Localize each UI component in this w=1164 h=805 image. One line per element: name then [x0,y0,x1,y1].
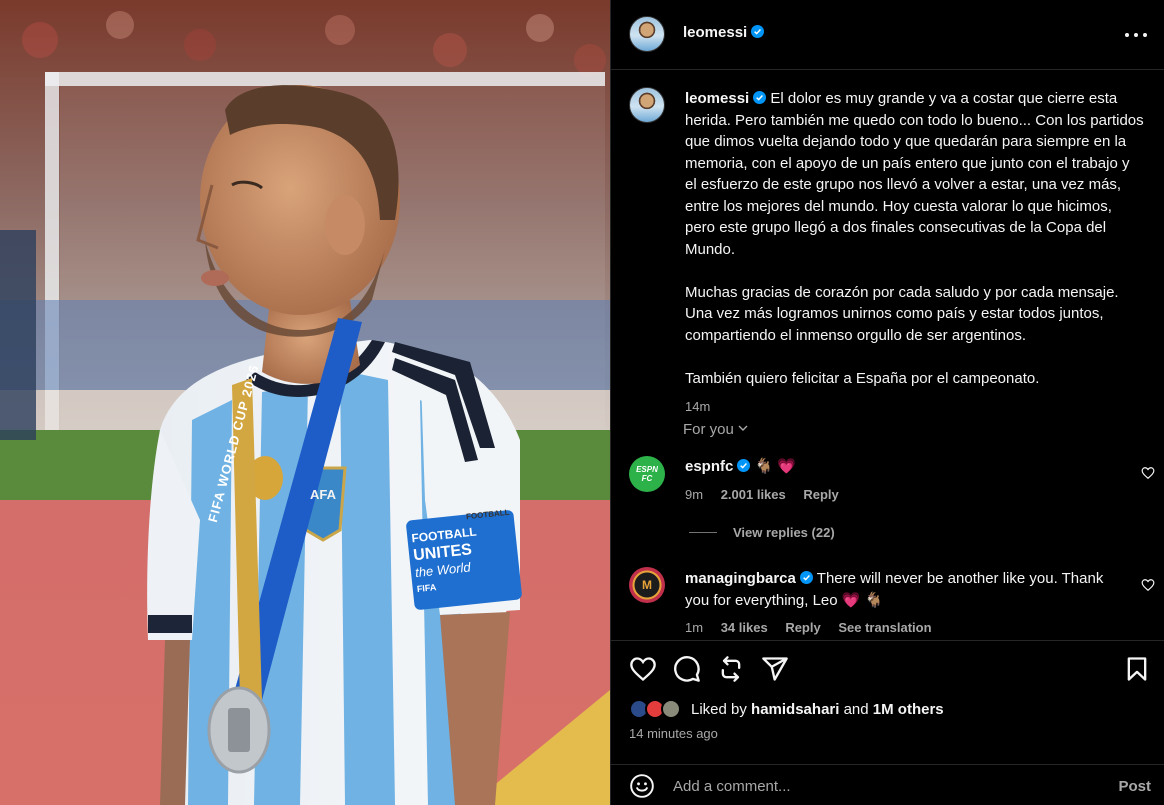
comment-text: managingbarca There will never be anothe… [685,568,1130,611]
like-comment-heart-icon[interactable] [1141,466,1155,480]
author-username[interactable]: leomessi [683,24,747,41]
caption-paragraph-2: Muchas gracias de corazón por cada salud… [685,283,1119,344]
comment-meta: 9m 2.001 likes Reply [685,487,853,502]
comment-username[interactable]: espnfc [685,458,733,475]
comment-body: 🐐 💗 [754,458,797,475]
instagram-post: FIFA WORLD CUP 2026 FOOTBALL UNITES the … [0,0,1164,805]
post-actions-bar [611,640,1164,694]
comment-time[interactable]: 1m [685,620,703,635]
caption-text-1: El dolor es muy grande y va a costar que… [685,90,1144,258]
liked-by-conj: and [843,700,869,718]
like-comment-heart-icon[interactable] [1141,578,1155,592]
see-translation-button[interactable]: See translation [838,620,931,635]
comment-managingbarca: M managingbarca There will never be anot… [611,565,1164,645]
like-heart-icon[interactable] [629,655,657,683]
repost-icon[interactable] [717,655,745,683]
verified-badge-icon [737,459,751,472]
crest-text: AFA [310,487,336,502]
verified-badge-icon [799,571,813,584]
share-paper-plane-icon[interactable] [761,655,789,683]
add-comment-bar: Post [611,764,1164,805]
espnfc-avatar[interactable]: ESPN FC [629,456,665,492]
post-caption: leomessi El dolor es muy grande y va a c… [685,88,1145,418]
managingbarca-avatar[interactable]: M [629,567,665,603]
comment-text: espnfc 🐐 💗 [685,456,1130,478]
post-comment-button[interactable]: Post [1118,778,1151,795]
post-header: leomessi [611,0,1164,70]
author-username-wrap[interactable]: leomessi [683,24,765,41]
view-replies-button[interactable]: View replies (22) [689,525,835,540]
liker-avatar [661,699,681,719]
liker-avatars [629,697,687,721]
verified-badge-icon [751,25,765,38]
caption-paragraph-3: También quiero felicitar a España por el… [685,369,1040,387]
reply-button[interactable]: Reply [803,487,838,502]
emoji-icon[interactable] [629,773,655,799]
replies-divider [689,532,717,533]
caption-paragraph-1: leomessi El dolor es muy grande y va a c… [685,88,1145,260]
espnfc-avatar-text: ESPN FC [636,465,658,483]
for-you-label: For you [683,421,734,438]
comment-likes[interactable]: 2.001 likes [721,487,786,502]
photo-illustration [0,0,610,805]
verified-badge-icon [753,91,767,104]
comment-espnfc: ESPN FC espnfc 🐐 💗 9m 2.001 likes Reply [611,452,1164,522]
liked-by-prefix: Liked by [691,700,747,718]
post-photo[interactable]: FIFA WORLD CUP 2026 FOOTBALL UNITES the … [0,0,610,805]
caption-timestamp[interactable]: 14m [685,396,1145,418]
liked-by-others[interactable]: 1M others [873,701,944,718]
more-options-button[interactable] [1125,24,1149,46]
managingbarca-avatar-text: M [642,578,652,592]
comment-bubble-icon[interactable] [673,655,701,683]
comment-time[interactable]: 9m [685,487,703,502]
save-bookmark-icon[interactable] [1123,655,1151,683]
likes-summary[interactable]: Liked by hamidsahari and 1M others [629,697,944,721]
for-you-dropdown[interactable]: For you [683,421,748,438]
comment-input[interactable] [673,773,1093,799]
reply-button[interactable]: Reply [785,620,820,635]
post-side-panel: leomessi leomessi El dolor es muy grande… [610,0,1164,805]
comment-username[interactable]: managingbarca [685,570,796,587]
caption-author-username[interactable]: leomessi [685,90,749,107]
view-replies-label: View replies (22) [733,525,835,540]
comment-likes[interactable]: 34 likes [721,620,768,635]
comment-meta: 1m 34 likes Reply See translation [685,620,946,635]
chevron-down-icon [738,425,748,431]
post-time-ago[interactable]: 14 minutes ago [629,726,718,741]
armband-text: FOOTBALL UNITES the World FIFA [411,520,518,598]
caption-author-avatar[interactable] [629,87,665,123]
liked-by-user[interactable]: hamidsahari [751,701,839,718]
author-avatar[interactable] [629,16,665,52]
